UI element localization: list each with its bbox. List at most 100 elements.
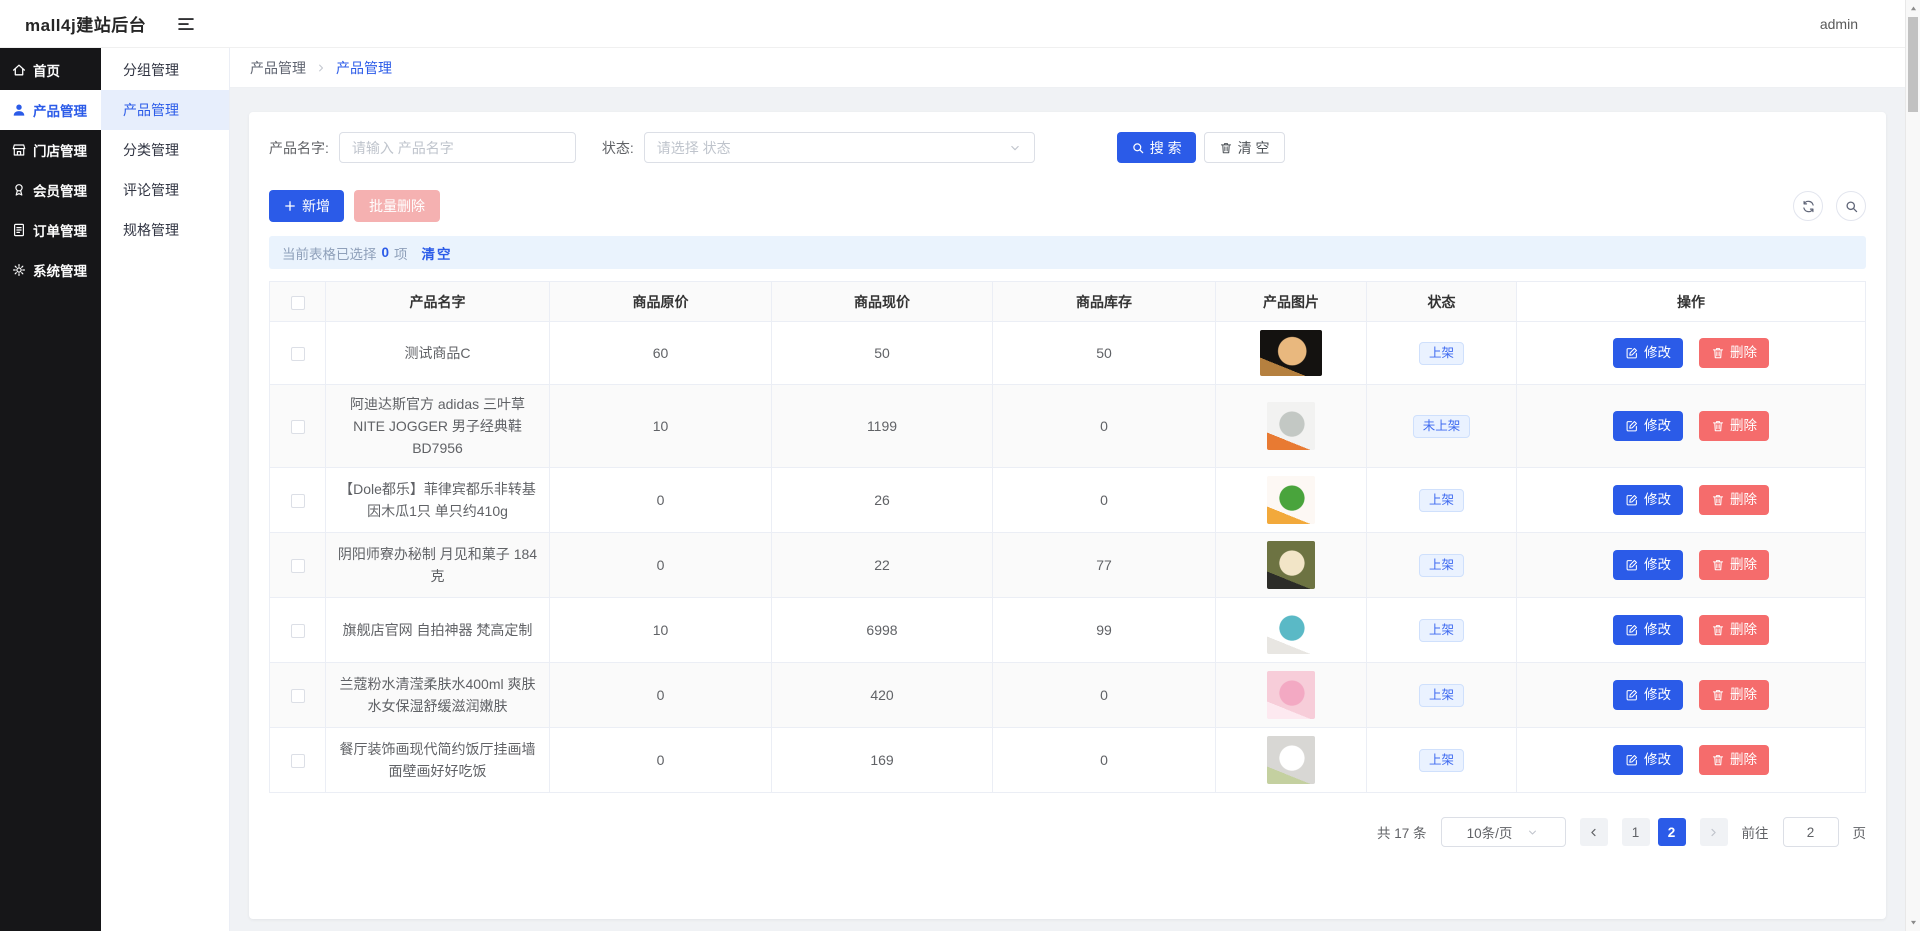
page-number-button[interactable]: 2 [1658,818,1686,846]
current-price: 6998 [772,598,993,663]
next-page-button[interactable] [1700,818,1728,846]
edit-button[interactable]: 修改 [1613,615,1683,645]
submenu-item[interactable]: 产品管理 [101,90,229,130]
column-header: 商品库存 [993,282,1216,322]
submenu-item[interactable]: 规格管理 [101,210,229,250]
edit-button[interactable]: 修改 [1613,680,1683,710]
clear-filters-button[interactable]: 清 空 [1204,132,1285,163]
table-header-row: 产品名字商品原价商品现价商品库存产品图片状态操作 [270,282,1866,322]
product-card: 产品名字: 状态: 请选择 状态 搜 索 清 [249,112,1886,919]
table-toolbar: 新增 批量删除 [269,190,1866,222]
gear-icon [11,262,27,278]
page-number-button[interactable]: 1 [1622,818,1650,846]
stock: 0 [993,728,1216,793]
row-checkbox[interactable] [291,624,305,638]
delete-button[interactable]: 删除 [1699,745,1769,775]
edit-icon [1625,419,1639,433]
breadcrumb-item[interactable]: 产品管理 [250,58,306,78]
product-name-input[interactable] [339,132,576,163]
table-row: 兰蔻粉水清滢柔肤水400ml 爽肤水女保湿舒缓滋润嫩肤 0 420 0 上架 修… [270,663,1866,728]
add-button[interactable]: 新增 [269,190,344,222]
topbar: mall4j建站后台 admin [0,0,1905,48]
delete-button[interactable]: 删除 [1699,411,1769,441]
column-header: 操作 [1517,282,1866,322]
edit-button[interactable]: 修改 [1613,411,1683,441]
sidebar-item[interactable]: 门店管理 [0,130,101,170]
medal-icon [11,182,27,198]
product-name: 兰蔻粉水清滢柔肤水400ml 爽肤水女保湿舒缓滋润嫩肤 [336,673,539,717]
product-name-label: 产品名字: [269,138,329,158]
sidebar-item[interactable]: 产品管理 [0,90,101,130]
scroll-down-icon[interactable] [1906,915,1920,930]
page-number-list: 12 [1622,818,1686,846]
row-checkbox[interactable] [291,494,305,508]
select-all-checkbox[interactable] [291,296,305,310]
submenu-item[interactable]: 评论管理 [101,170,229,210]
search-button[interactable]: 搜 索 [1117,132,1196,163]
sidebar-item[interactable]: 订单管理 [0,210,101,250]
product-name: 旗舰店官网 自拍神器 梵高定制 [343,619,533,641]
sidebar-item[interactable]: 会员管理 [0,170,101,210]
delete-button[interactable]: 删除 [1699,485,1769,515]
original-price: 0 [550,468,772,533]
content-body: 产品名字: 状态: 请选择 状态 搜 索 清 [230,88,1905,931]
secondary-sidebar: 分组管理 产品管理 分类管理 评论管理 规格管理 [101,48,230,931]
delete-button[interactable]: 删除 [1699,615,1769,645]
scrollbar-thumb[interactable] [1908,17,1918,112]
submenu-item[interactable]: 分组管理 [101,50,229,90]
delete-button[interactable]: 删除 [1699,338,1769,368]
stock: 0 [993,385,1216,468]
current-user[interactable]: admin [1820,16,1858,32]
row-checkbox[interactable] [291,420,305,434]
menu-fold-icon[interactable] [176,14,196,34]
table-row: 阴阳师寮办秘制 月见和菓子 184克 0 22 77 上架 修改 删除 [270,533,1866,598]
user-icon [11,102,27,118]
selection-prefix: 当前表格已选择 [282,243,377,263]
stock: 0 [993,663,1216,728]
content-area: 产品管理 产品管理 产品名字: 状态: 请选择 状态 [230,48,1905,931]
trash-icon [1711,753,1725,767]
product-image [1267,541,1315,589]
breadcrumb-item-current: 产品管理 [336,58,392,78]
column-header: 商品现价 [772,282,993,322]
status-label: 状态: [602,138,634,158]
current-price: 50 [772,322,993,385]
edit-button[interactable]: 修改 [1613,745,1683,775]
product-image [1267,402,1315,450]
row-checkbox[interactable] [291,347,305,361]
row-checkbox[interactable] [291,689,305,703]
refresh-button[interactable] [1793,191,1823,221]
page-size-select[interactable]: 10条/页 [1441,817,1566,847]
prev-page-button[interactable] [1580,818,1608,846]
edit-button[interactable]: 修改 [1613,550,1683,580]
product-name: 餐厅装饰画现代简约饭厅挂画墙面壁画好好吃饭 [336,738,539,782]
product-image [1267,476,1315,524]
stock: 77 [993,533,1216,598]
status-select[interactable]: 请选择 状态 [644,132,1035,163]
delete-button[interactable]: 删除 [1699,680,1769,710]
sidebar-item[interactable]: 系统管理 [0,250,101,290]
submenu-item[interactable]: 分类管理 [101,130,229,170]
row-checkbox[interactable] [291,754,305,768]
delete-button[interactable]: 删除 [1699,550,1769,580]
scroll-up-icon[interactable] [1906,1,1920,16]
table-row: 旗舰店官网 自拍神器 梵高定制 10 6998 99 上架 修改 删除 [270,598,1866,663]
refresh-icon [1801,199,1816,214]
row-checkbox[interactable] [291,559,305,573]
edit-button[interactable]: 修改 [1613,485,1683,515]
goto-page-input[interactable] [1783,817,1839,847]
column-header: 状态 [1367,282,1517,322]
original-price: 0 [550,728,772,793]
toggle-search-button[interactable] [1836,191,1866,221]
sidebar-item[interactable]: 首页 [0,50,101,90]
edit-button[interactable]: 修改 [1613,338,1683,368]
selection-clear-link[interactable]: 清空 [422,243,453,263]
window-scrollbar[interactable] [1905,0,1920,931]
table-row: 【Dole都乐】菲律宾都乐非转基因木瓜1只 单只约410g 0 26 0 上架 … [270,468,1866,533]
store-icon [11,142,27,158]
chevron-down-icon [1008,141,1022,155]
batch-delete-button[interactable]: 批量删除 [354,190,440,222]
product-image [1267,671,1315,719]
product-image [1267,606,1315,654]
table-row: 阿迪达斯官方 adidas 三叶草 NITE JOGGER 男子经典鞋 BD79… [270,385,1866,468]
